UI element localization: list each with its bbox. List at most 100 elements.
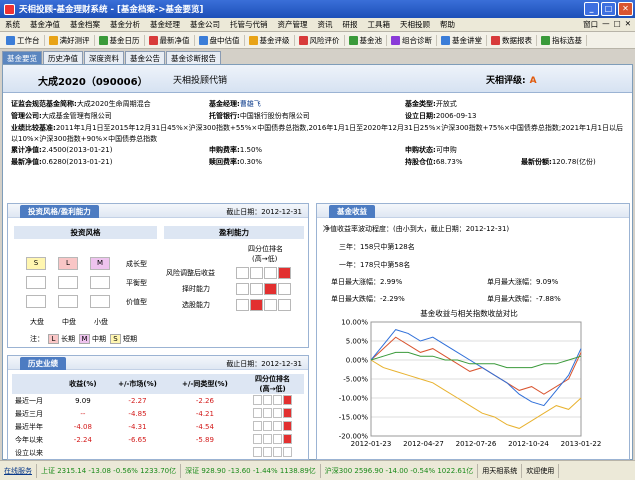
sh-index: 上证 2315.14 -13.08 -0.56% 1233.70亿 xyxy=(37,463,182,478)
style-grid-cell xyxy=(26,295,46,308)
menu-item-4[interactable]: 基金经理 xyxy=(145,19,185,30)
quartile-cell xyxy=(264,299,277,311)
quartile-cell xyxy=(278,267,291,279)
series-line-2 xyxy=(370,359,582,429)
x-tick-label: 2012-10-24 xyxy=(508,440,549,448)
style-box-S: S xyxy=(26,257,46,270)
series-line-0 xyxy=(370,336,582,395)
menu-item-8[interactable]: 资讯 xyxy=(313,19,338,30)
toolbar-button-8[interactable]: 组合诊断 xyxy=(387,34,437,46)
style-box-L: L xyxy=(58,257,78,270)
toolbar-button-9[interactable]: 基金讲堂 xyxy=(437,34,487,46)
menu-item-7[interactable]: 资产管理 xyxy=(273,19,313,30)
fund-abbr: 大成2020生命周期混合 xyxy=(76,100,151,108)
toolbar-button-3[interactable]: 最新净值 xyxy=(145,34,195,46)
tab-2[interactable]: 深度资料 xyxy=(84,51,124,64)
quartile-rank xyxy=(253,433,293,444)
tab-3[interactable]: 基金公告 xyxy=(125,51,165,64)
minimize-button[interactable]: _ xyxy=(584,2,599,16)
sub-fee: 1.50% xyxy=(239,146,263,154)
style-type-2: 价值型 xyxy=(126,298,147,306)
table-row: 最近三月 -- -4.85 -4.21 xyxy=(12,407,304,420)
history-header-2: +/-市场(%) xyxy=(106,374,169,394)
menu-right-0[interactable]: 窗口 xyxy=(583,19,598,30)
history-header-0 xyxy=(12,374,60,394)
y-tick-label: -15.00% xyxy=(339,414,369,422)
style-grid-cell xyxy=(58,295,78,308)
redeem-fee: 0.30% xyxy=(239,158,263,166)
quartile-cell xyxy=(278,283,291,295)
history-header-1: 收益(%) xyxy=(59,374,107,394)
toolbar-button-4[interactable]: 盘中估值 xyxy=(195,34,245,46)
menu-right-3[interactable]: ✕ xyxy=(625,19,631,30)
toolbar-button-2[interactable]: 基金日历 xyxy=(95,34,145,46)
latest-share: 120.78(亿份) xyxy=(551,158,596,166)
menu-right-1[interactable]: — xyxy=(602,19,610,30)
menu-item-2[interactable]: 基金档案 xyxy=(65,19,105,30)
online-service-link[interactable]: 在线服务 xyxy=(0,463,37,478)
y-tick-label: -5.00% xyxy=(343,376,368,384)
title-bar: 天相投顾-基金理财系统 - [基金档案->基金要览] _ □ ✕ xyxy=(0,0,635,18)
history-header-3: +/-同类型(%) xyxy=(168,374,242,394)
fund-overview: 大成2020（090006） 天相投顾代销 天相评级: A 证监会规范基金简称:大… xyxy=(2,64,633,460)
style-type-1: 平衡型 xyxy=(126,279,147,287)
menu-item-1[interactable]: 基金净值 xyxy=(25,19,65,30)
quartile-cell xyxy=(250,283,263,295)
history-panel-title: 历史业绩 xyxy=(20,357,66,370)
menu-item-10[interactable]: 工具箱 xyxy=(363,19,396,30)
returns-panel-title: 基金收益 xyxy=(329,205,375,218)
home-icon xyxy=(6,35,15,45)
menu-item-5[interactable]: 基金公司 xyxy=(185,19,225,30)
menu-item-9[interactable]: 研报 xyxy=(338,19,363,30)
returns-chart: 基金收益与相关指数收益对比 10.00% 5.00% 0.00% -5.00% -10.0… xyxy=(339,308,602,448)
fund-manager[interactable]: 曹雄飞 xyxy=(240,100,261,108)
quartile-rank xyxy=(253,420,293,431)
tab-4[interactable]: 基金诊断报告 xyxy=(166,51,221,64)
toolbar-button-6[interactable]: 风险评价 xyxy=(295,34,345,46)
history-panel: 历史业绩 截止日期：2012-12-31 收益(%) +/-市场(%) +/-同类型(… xyxy=(7,355,309,460)
hs300-index: 沪深300 2596.90 -14.00 -0.54% 1022.61亿 xyxy=(321,463,479,478)
menu-item-11[interactable]: 天相投顾 xyxy=(395,19,435,30)
quartile-cell xyxy=(236,267,249,279)
fund-company[interactable]: 大成基金管理有限公司 xyxy=(42,112,112,120)
fund-custodian: 中国银行股份有限公司 xyxy=(239,112,310,120)
rank-head: 四分位排名 xyxy=(248,245,283,253)
menu-right-2[interactable]: □ xyxy=(614,19,621,30)
toolbar-button-0[interactable]: 工作台 xyxy=(2,34,45,46)
sub-status: 可申购 xyxy=(435,146,457,154)
quartile-rank xyxy=(253,446,293,457)
menu-item-12[interactable]: 帮助 xyxy=(435,19,460,30)
pool-icon xyxy=(348,35,358,45)
style-grid-cell xyxy=(90,276,110,289)
tab-0[interactable]: 基金要览 xyxy=(2,51,42,64)
toolbar-button-5[interactable]: 基金评级 xyxy=(245,34,295,46)
menu-item-3[interactable]: 基金分析 xyxy=(105,19,145,30)
rank-sub: (高→低) xyxy=(252,255,278,263)
toolbar-button-1[interactable]: 满好测评 xyxy=(45,34,95,46)
menu-item-6[interactable]: 托管与代销 xyxy=(225,19,273,30)
rank-one-year: 一年：178只中第58名 xyxy=(339,261,411,269)
quartile-rank xyxy=(253,407,293,418)
menu-item-0[interactable]: 系统 xyxy=(0,19,25,30)
toolbar-button-7[interactable]: 基金池 xyxy=(345,34,387,46)
tab-1[interactable]: 历史净值 xyxy=(43,51,83,64)
quartile-cell xyxy=(250,299,263,311)
menu-bar: 系统 基金净值 基金档案 基金分析 基金经理 基金公司 托管与代销 资产管理 资讯 研报 工具箱 天相… xyxy=(0,18,635,32)
diagnose-icon xyxy=(391,35,400,45)
style-grid-cell xyxy=(90,295,110,308)
toolbar-button-11[interactable]: 指标选基 xyxy=(537,34,587,46)
lecture-icon xyxy=(441,35,450,45)
calendar-icon xyxy=(98,35,108,45)
toolbar: 工作台 满好测评 基金日历 最新净值 盘中估值 基金评级 风险评价 基金池 组合诊断 基金讲堂 数据… xyxy=(0,32,635,49)
acc-nav: 2.4500(2013-01-21) xyxy=(41,146,113,154)
y-tick-label: 0.00% xyxy=(346,357,369,365)
close-button[interactable]: ✕ xyxy=(618,2,633,16)
fund-type: 开放式 xyxy=(435,100,457,108)
quartile-rank xyxy=(253,394,293,405)
y-tick-label: 5.00% xyxy=(346,338,369,346)
quartile-cell xyxy=(278,299,291,311)
maximize-button[interactable]: □ xyxy=(601,2,616,16)
toolbar-button-10[interactable]: 数据报表 xyxy=(487,34,537,46)
x-tick-label: 2012-04-27 xyxy=(403,440,444,448)
returns-panel: 基金收益 净值收益率波动程度：(由小到大，截止日期：2012-12-31) 三年… xyxy=(316,203,630,460)
